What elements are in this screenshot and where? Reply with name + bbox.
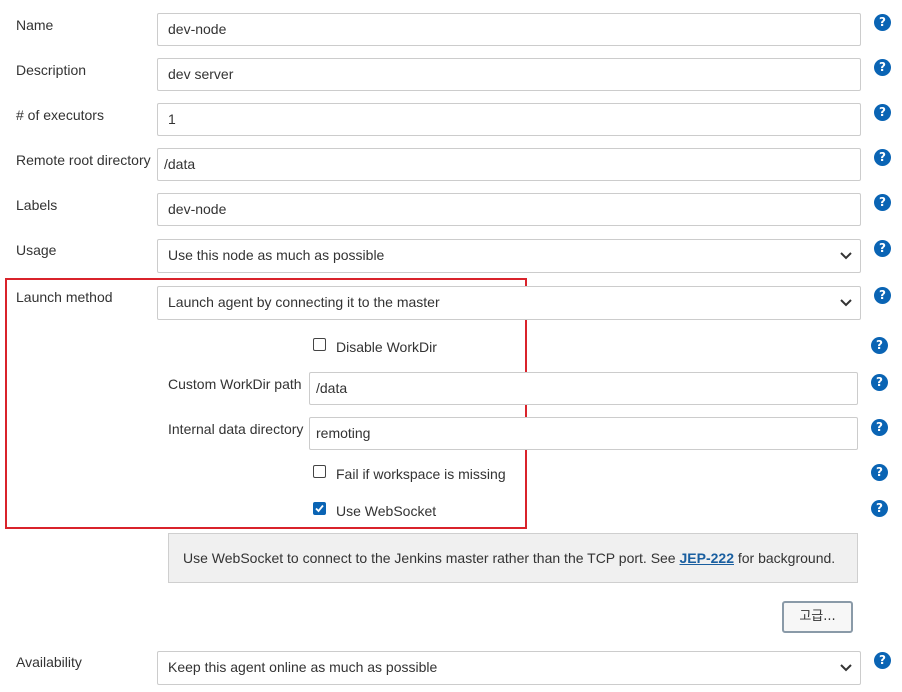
chevron-down-icon: [840, 252, 852, 260]
help-icon[interactable]: ?: [871, 464, 888, 481]
labels-label: Labels: [16, 197, 58, 213]
usage-select[interactable]: Use this node as much as possible: [157, 239, 861, 273]
help-icon[interactable]: ?: [874, 149, 891, 166]
description-input[interactable]: dev server: [157, 58, 861, 91]
checkmark-icon: [315, 504, 324, 513]
use-websocket-label[interactable]: Use WebSocket: [336, 502, 436, 520]
use-websocket-checkbox[interactable]: [313, 502, 326, 515]
disable-workdir-checkbox[interactable]: [313, 338, 326, 351]
help-icon[interactable]: ?: [871, 374, 888, 391]
name-label: Name: [16, 17, 54, 33]
name-input[interactable]: dev-node: [157, 13, 861, 46]
chevron-down-icon: [840, 664, 852, 672]
executors-label: # of executors: [16, 107, 104, 123]
websocket-help-text-end: for background.: [733, 550, 836, 566]
usage-select-value: Use this node as much as possible: [168, 247, 385, 263]
websocket-help-box: Use WebSocket to connect to the Jenkins …: [168, 533, 858, 583]
custom-workdir-label: Custom WorkDir path: [168, 376, 302, 392]
remote-root-input[interactable]: /data: [157, 148, 861, 181]
launch-method-select[interactable]: Launch agent by connecting it to the mas…: [157, 286, 861, 320]
help-icon[interactable]: ?: [871, 419, 888, 436]
remote-root-label: Remote root directory: [16, 152, 151, 168]
availability-label: Availability: [16, 654, 82, 670]
availability-select[interactable]: Keep this agent online as much as possib…: [157, 651, 861, 685]
labels-input[interactable]: dev-node: [157, 193, 861, 226]
help-icon[interactable]: ?: [874, 240, 891, 257]
executors-input[interactable]: 1: [157, 103, 861, 136]
advanced-button[interactable]: 고급...: [782, 601, 853, 633]
help-icon[interactable]: ?: [874, 287, 891, 304]
disable-workdir-label[interactable]: Disable WorkDir: [336, 338, 437, 356]
jep-222-link[interactable]: JEP-222: [680, 550, 734, 566]
help-icon[interactable]: ?: [874, 104, 891, 121]
help-icon[interactable]: ?: [874, 59, 891, 76]
availability-select-value: Keep this agent online as much as possib…: [168, 659, 438, 675]
internal-data-dir-label: Internal data directory: [168, 421, 304, 437]
fail-if-missing-label[interactable]: Fail if workspace is missing: [336, 465, 506, 483]
help-icon[interactable]: ?: [874, 194, 891, 211]
chevron-down-icon: [840, 299, 852, 307]
help-icon[interactable]: ?: [871, 337, 888, 354]
usage-label: Usage: [16, 242, 57, 258]
help-icon[interactable]: ?: [871, 500, 888, 517]
fail-if-missing-checkbox[interactable]: [313, 465, 326, 478]
help-icon[interactable]: ?: [874, 14, 891, 31]
internal-data-dir-input[interactable]: remoting: [309, 417, 858, 450]
custom-workdir-input[interactable]: /data: [309, 372, 858, 405]
websocket-help-text: Use WebSocket to connect to the Jenkins …: [183, 550, 680, 566]
description-label: Description: [16, 62, 87, 78]
launch-method-label: Launch method: [16, 289, 113, 305]
help-icon[interactable]: ?: [874, 652, 891, 669]
launch-method-select-value: Launch agent by connecting it to the mas…: [168, 294, 440, 310]
